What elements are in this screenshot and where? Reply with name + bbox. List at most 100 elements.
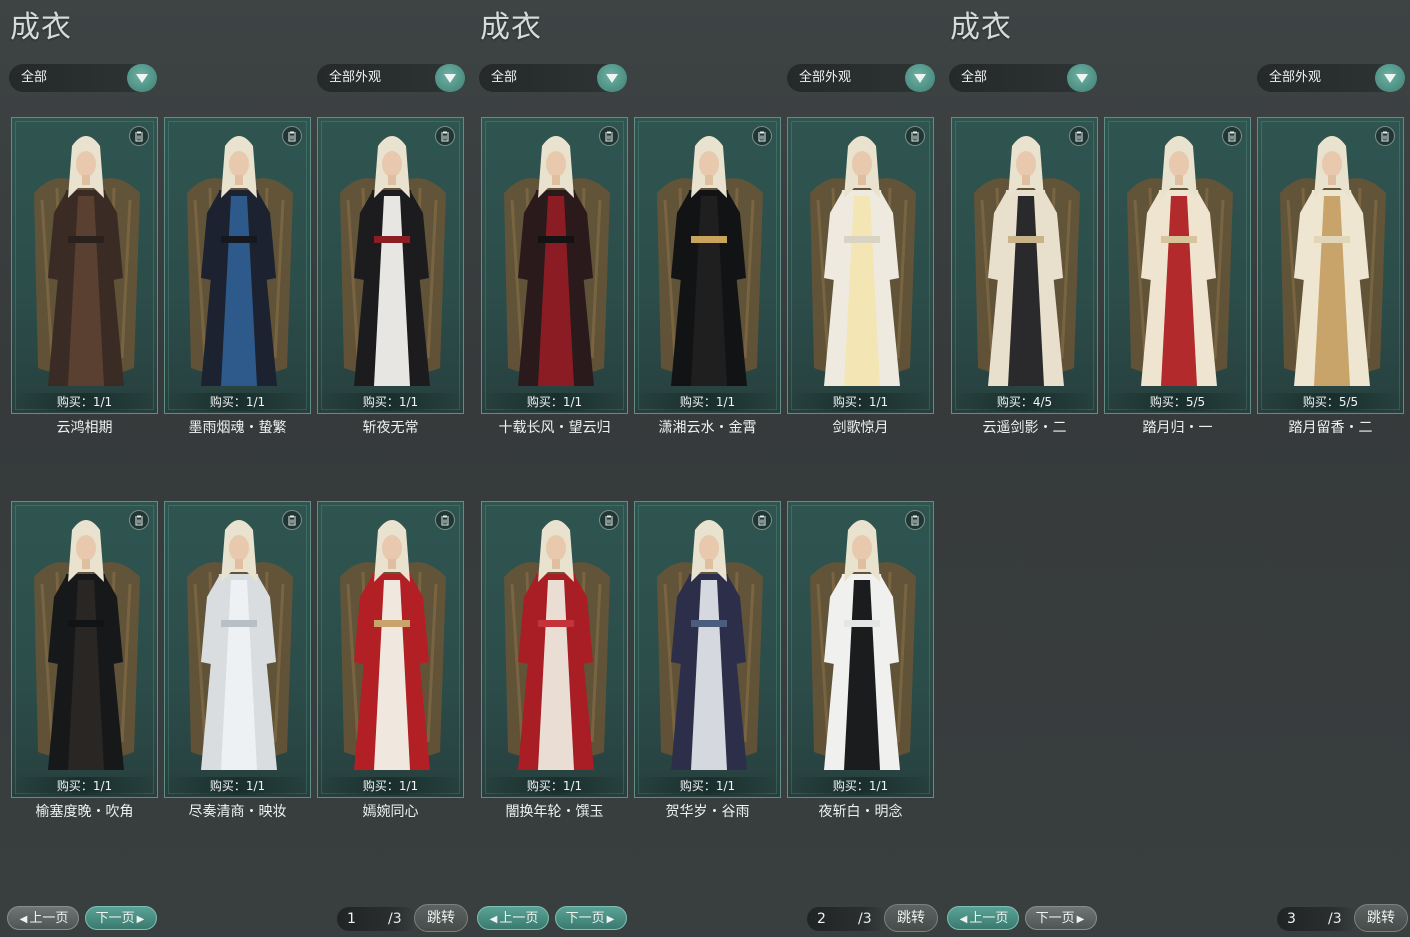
trash-icon[interactable] [599,510,619,530]
outfit-card[interactable]: 购买：1/1 [11,117,158,414]
trash-icon[interactable] [905,126,925,146]
trash-icon[interactable] [1375,126,1395,146]
dropdown-toggle[interactable] [1375,64,1405,92]
outfit-card[interactable]: 购买：1/1 [481,501,628,798]
trash-icon[interactable] [435,126,455,146]
outfit-figure [1127,136,1233,386]
trash-icon[interactable] [282,126,302,146]
dropdown-toggle[interactable] [905,64,935,92]
wardrobe-panel: 成衣 全部 全部外观 购买：4/5 云遥剑影・二 购买：5/5 踏月归・一 购买：5/5 踏月留… [940,0,1410,937]
trash-icon[interactable] [435,510,455,530]
prev-page-button[interactable]: ◀ 上一页 [7,906,79,930]
chevron-down-icon [444,74,456,83]
outfit-name: 十载长风・望云归 [498,420,611,436]
jump-button[interactable]: 跳转 [414,904,468,932]
purchase-count: 购买：1/1 [788,777,933,795]
outfit-card[interactable]: 购买：5/5 [1257,117,1404,414]
purchase-count: 购买：1/1 [165,393,310,411]
category-dropdown[interactable]: 全部 [479,64,627,92]
dropdown-toggle[interactable] [597,64,627,92]
purchase-count: 购买：5/5 [1105,393,1250,411]
appearance-dropdown-label: 全部外观 [329,70,382,85]
chevron-down-icon [1076,74,1088,83]
purchase-count: 购买：1/1 [788,393,933,411]
arrow-right-icon: ▶ [1076,914,1085,925]
outfit-name: 斩夜无常 [362,420,419,436]
purchase-count: 购买：1/1 [635,777,780,795]
trash-icon[interactable] [129,510,149,530]
outfit-figure [340,136,446,386]
dropdown-toggle[interactable] [435,64,465,92]
category-dropdown-label: 全部 [21,70,48,85]
outfit-figure [187,136,293,386]
trash-icon[interactable] [282,510,302,530]
arrow-left-icon: ◀ [489,914,498,925]
purchase-count: 购买：5/5 [1258,393,1403,411]
purchase-count: 购买：1/1 [318,393,463,411]
page-number-input[interactable]: 1 [337,907,417,931]
purchase-count: 购买：1/1 [318,777,463,795]
appearance-dropdown[interactable]: 全部外观 [1257,64,1405,92]
jump-button[interactable]: 跳转 [884,904,938,932]
trash-icon[interactable] [752,510,772,530]
outfit-figure [504,136,610,386]
trash-icon[interactable] [599,126,619,146]
outfit-figure [340,520,446,770]
outfit-card[interactable]: 购买：5/5 [1104,117,1251,414]
trash-icon[interactable] [905,510,925,530]
outfit-name: 贺华岁・谷雨 [665,804,750,820]
dropdown-toggle[interactable] [127,64,157,92]
wardrobe-panel: 成衣 全部 全部外观 购买：1/1 云鸿相期 购买：1/1 墨雨烟魂・蛰繁 购买：1/1 斩夜无… [0,0,470,937]
appearance-dropdown[interactable]: 全部外观 [317,64,465,92]
trash-icon[interactable] [129,126,149,146]
outfit-card[interactable]: 购买：1/1 [634,501,781,798]
outfit-name: 夜斩白・明念 [818,804,903,820]
trash-icon[interactable] [752,126,772,146]
prev-page-button[interactable]: ◀ 上一页 [947,906,1019,930]
category-dropdown-label: 全部 [961,70,988,85]
outfit-card[interactable]: 购买：1/1 [787,117,934,414]
outfit-figure [657,136,763,386]
outfit-card[interactable]: 购买：4/5 [951,117,1098,414]
outfit-name: 尽奏清商・映妆 [188,804,287,820]
category-dropdown[interactable]: 全部 [9,64,157,92]
outfit-name: 踏月留香・二 [1288,420,1373,436]
outfit-card[interactable]: 购买：1/1 [317,501,464,798]
arrow-right-icon: ▶ [136,914,145,925]
chevron-down-icon [1384,74,1396,83]
outfit-name: 云遥剑影・二 [982,420,1067,436]
outfit-card[interactable]: 购买：1/1 [164,501,311,798]
page-number-input[interactable]: 3 [1277,907,1357,931]
dropdown-toggle[interactable] [1067,64,1097,92]
next-page-button[interactable]: 下一页 ▶ [555,906,627,930]
trash-icon[interactable] [1069,126,1089,146]
chevron-down-icon [914,74,926,83]
outfit-figure [34,520,140,770]
outfit-card[interactable]: 购买：1/1 [11,501,158,798]
trash-icon[interactable] [1222,126,1242,146]
next-page-button[interactable]: 下一页 ▶ [85,906,157,930]
outfit-card[interactable]: 购买：1/1 [634,117,781,414]
outfit-card[interactable]: 购买：1/1 [481,117,628,414]
outfit-card[interactable]: 购买：1/1 [317,117,464,414]
appearance-dropdown-label: 全部外观 [1269,70,1322,85]
next-page-label: 下一页 [1035,911,1075,926]
outfit-figure [810,136,916,386]
prev-page-button[interactable]: ◀ 上一页 [477,906,549,930]
outfit-name: 嫣婉同心 [362,804,419,820]
next-page-button[interactable]: 下一页 ▶ [1025,906,1097,930]
jump-button[interactable]: 跳转 [1354,904,1408,932]
outfit-name: 云鸿相期 [56,420,113,436]
page-total: /3 [1328,911,1342,927]
outfit-figure [974,136,1080,386]
next-page-label: 下一页 [565,911,605,926]
appearance-dropdown-label: 全部外观 [799,70,852,85]
purchase-count: 购买：4/5 [952,393,1097,411]
category-dropdown[interactable]: 全部 [949,64,1097,92]
outfit-card[interactable]: 购买：1/1 [787,501,934,798]
appearance-dropdown[interactable]: 全部外观 [787,64,935,92]
outfit-card[interactable]: 购买：1/1 [164,117,311,414]
wardrobe-panel: 成衣 全部 全部外观 购买：1/1 十载长风・望云归 购买：1/1 潇湘云水・金霄 购买：1/… [470,0,940,937]
page-number-input[interactable]: 2 [807,907,887,931]
prev-page-label: 上一页 [29,911,69,926]
